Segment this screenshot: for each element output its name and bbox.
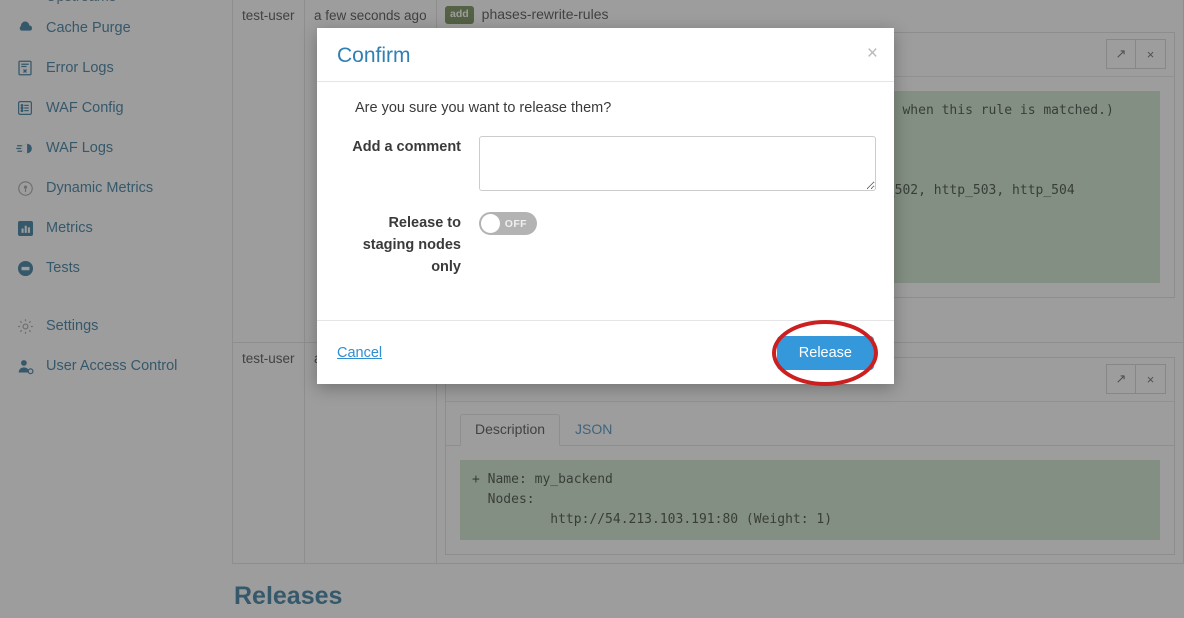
comment-field-row: Add a comment: [337, 136, 876, 196]
dialog-header: Confirm ×: [317, 28, 894, 83]
dialog-footer: Cancel Release: [317, 319, 894, 386]
release-button-highlight: Release: [772, 319, 879, 386]
comment-input[interactable]: [479, 136, 876, 192]
close-icon[interactable]: ×: [867, 44, 878, 63]
dialog-body: Are you sure you want to release them? A…: [317, 82, 894, 320]
staging-label: Release to staging nodes only: [362, 215, 461, 276]
staging-toggle[interactable]: OFF: [479, 212, 537, 236]
toggle-state-label: OFF: [504, 217, 527, 230]
comment-label: Add a comment: [352, 139, 461, 156]
staging-control: OFF: [479, 212, 874, 236]
confirm-dialog: Confirm × Are you sure you want to relea…: [317, 28, 894, 386]
cancel-button[interactable]: Cancel: [337, 345, 382, 361]
confirm-question: Are you sure you want to release them?: [355, 100, 612, 117]
app-root: Upstreams Cache Purge: [0, 0, 1184, 618]
staging-toggle-row: Release to staging nodes only OFF: [337, 212, 874, 278]
dialog-title: Confirm: [337, 44, 411, 67]
toggle-knob: [481, 214, 500, 234]
release-button[interactable]: Release: [776, 335, 874, 370]
comment-control: [479, 136, 876, 196]
